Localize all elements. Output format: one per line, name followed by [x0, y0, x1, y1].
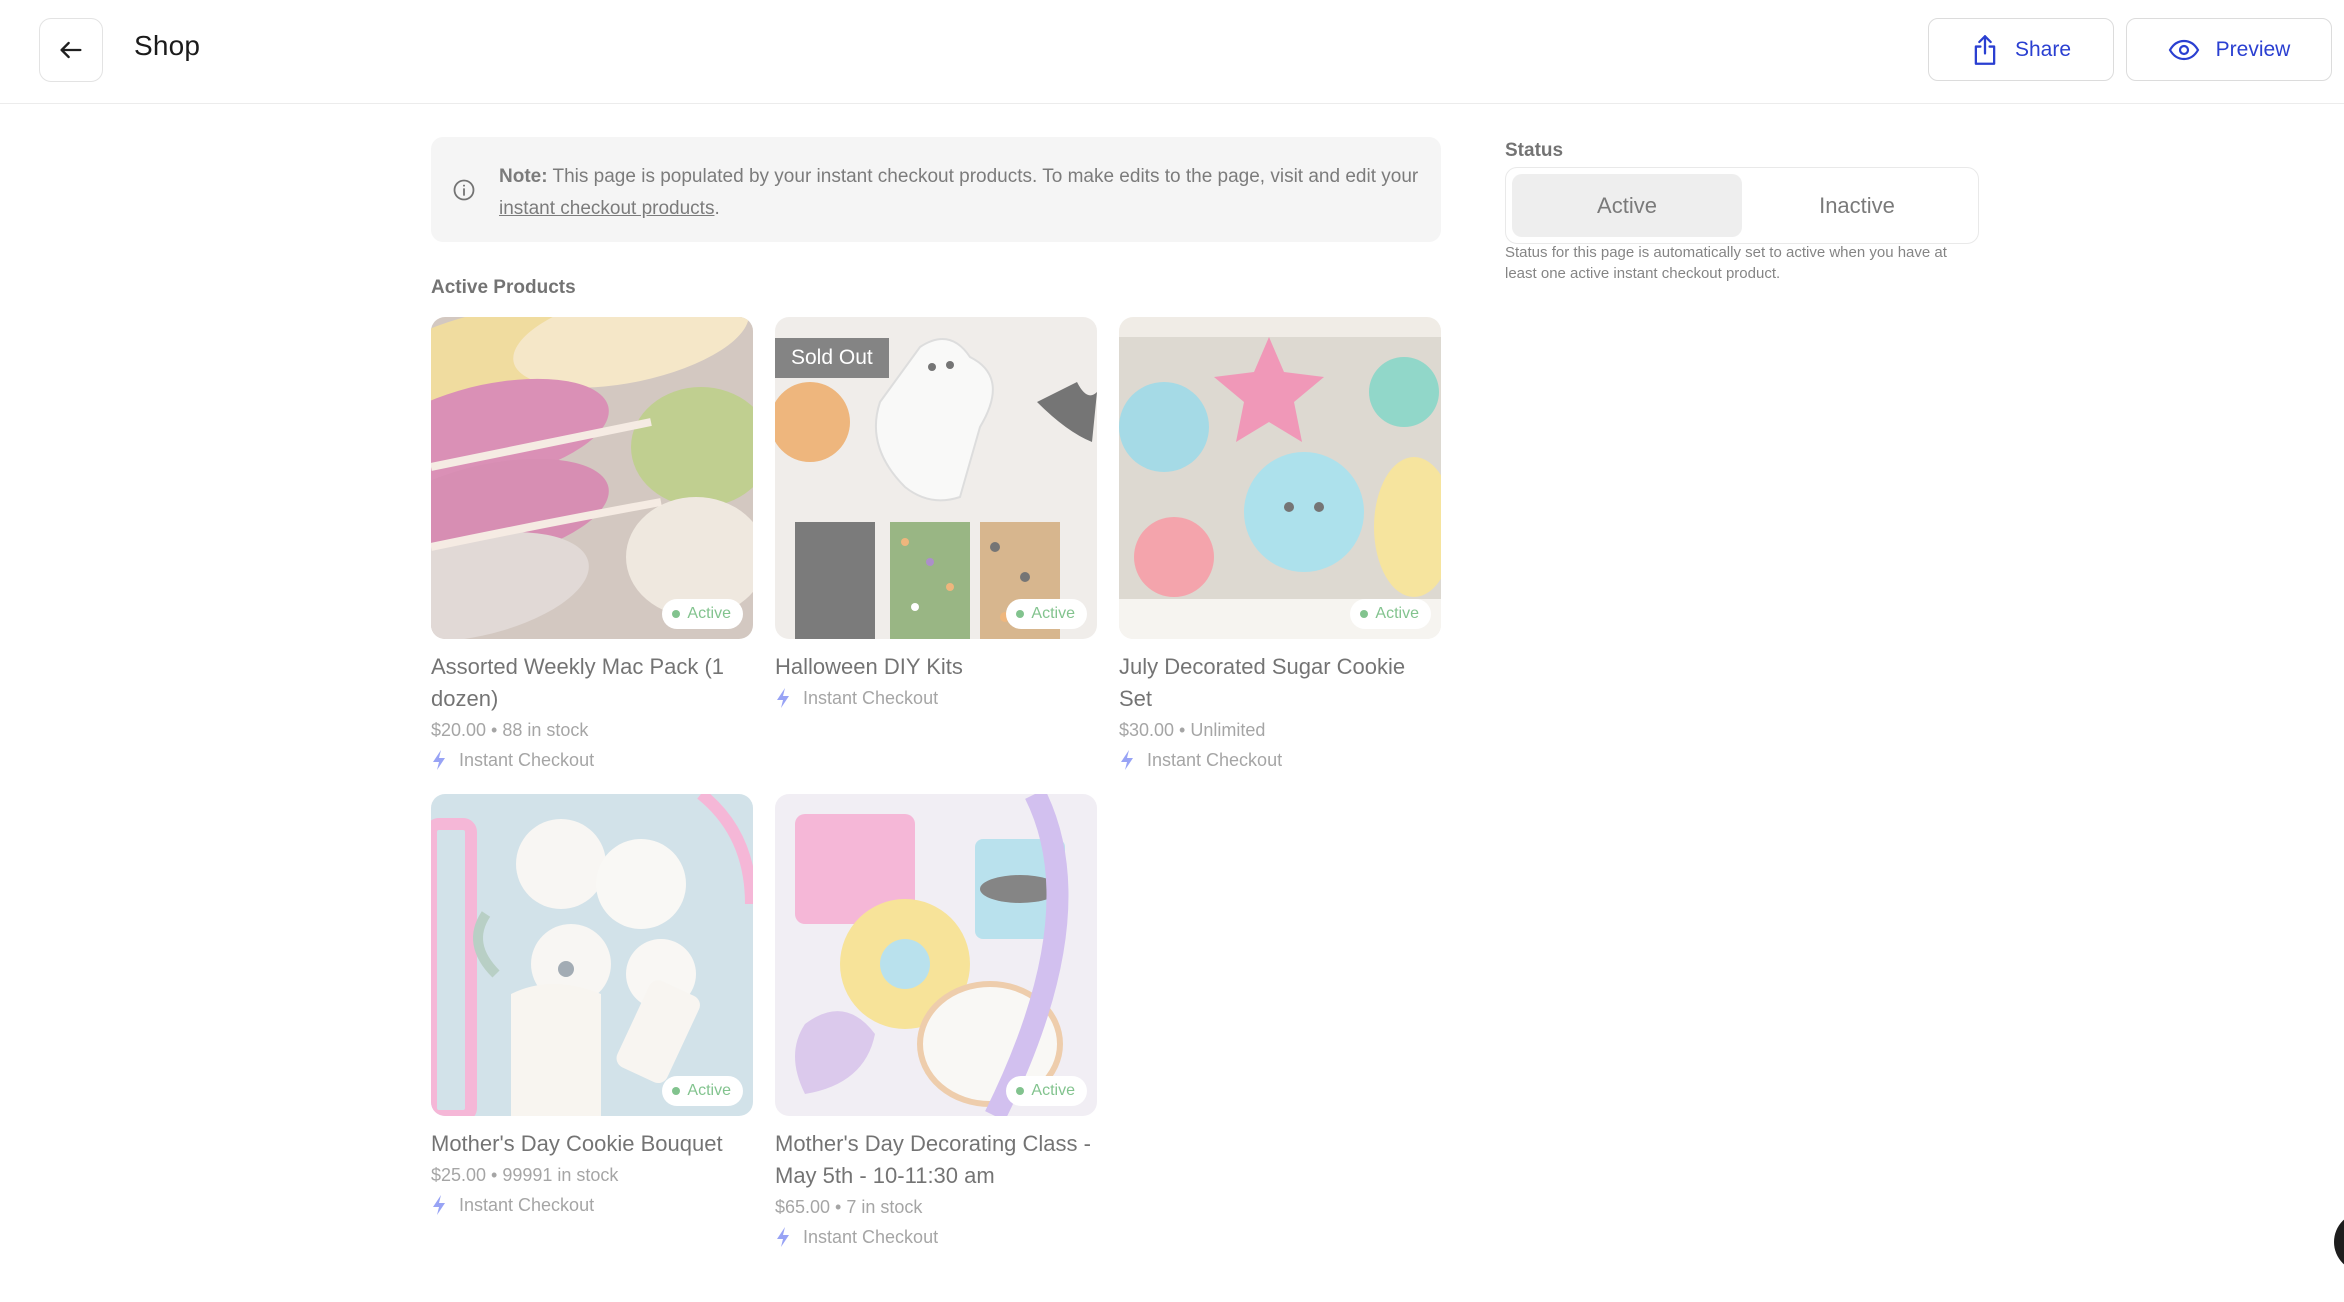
instant-checkout-tag: Instant Checkout	[775, 1222, 1097, 1252]
active-dot-icon	[672, 1087, 681, 1095]
lightning-icon	[433, 1195, 445, 1215]
lightning-icon	[777, 688, 789, 708]
product-card[interactable]: Active Mother's Day Cookie Bouquet $25.0…	[431, 794, 753, 1220]
product-card[interactable]: Active Mother's Day Decorating Class - M…	[775, 794, 1097, 1252]
main-content: Note: This page is populated by your ins…	[0, 104, 2344, 1302]
badge-label: Active	[1031, 1082, 1075, 1099]
instant-checkout-tag: Instant Checkout	[431, 745, 753, 775]
note-bold: Note:	[499, 166, 548, 187]
share-label: Share	[2014, 37, 2072, 61]
status-badge: Active	[1350, 599, 1431, 629]
note-text: Note: This page is populated by your ins…	[499, 161, 1419, 225]
info-note: Note: This page is populated by your ins…	[431, 137, 1441, 242]
product-image: Sold Out Active	[775, 317, 1097, 639]
page-title: Shop	[134, 30, 201, 61]
active-dot-icon	[1016, 1087, 1025, 1095]
note-end: .	[714, 198, 720, 219]
status-badge: Active	[662, 599, 743, 629]
product-name: July Decorated Sugar Cookie Set	[1119, 654, 1406, 711]
status-badge: Active	[662, 1076, 743, 1106]
product-name: Assorted Weekly Mac Pack (1 dozen)	[431, 654, 725, 711]
info-icon	[453, 179, 475, 201]
instant-checkout-tag: Instant Checkout	[775, 683, 1097, 713]
active-dot-icon	[672, 610, 681, 618]
product-name: Halloween DIY Kits	[775, 654, 963, 679]
product-image: Active	[431, 794, 753, 1116]
product-card[interactable]: Sold Out Active Halloween DIY Kits Insta…	[775, 317, 1097, 713]
lightning-icon	[1121, 750, 1133, 770]
instant-checkout-tag: Instant Checkout	[431, 1190, 753, 1220]
status-option-active[interactable]: Active	[1512, 174, 1742, 237]
product-meta: $65.00 • 7 in stock	[775, 1197, 923, 1217]
eye-icon	[2168, 39, 2199, 60]
product-meta: $20.00 • 88 in stock	[431, 720, 589, 740]
share-button[interactable]: Share	[1928, 18, 2114, 81]
badge-label: Active	[687, 1082, 731, 1099]
badge-label: Active	[1375, 605, 1419, 622]
product-card[interactable]: Active July Decorated Sugar Cookie Set $…	[1119, 317, 1441, 775]
active-dot-icon	[1016, 610, 1025, 618]
top-bar: Shop Share Preview	[0, 0, 2344, 104]
product-image: Active	[775, 794, 1097, 1116]
preview-button[interactable]: Preview	[2126, 18, 2332, 81]
status-label: Status	[1505, 140, 1564, 161]
note-body: This page is populated by your instant c…	[547, 166, 1419, 187]
active-dot-icon	[1360, 610, 1369, 618]
sold-out-badge: Sold Out	[775, 338, 889, 378]
instant-checkout-label: Instant Checkout	[803, 1227, 939, 1247]
product-meta: $30.00 • Unlimited	[1119, 720, 1266, 740]
back-button[interactable]	[39, 18, 103, 82]
badge-label: Active	[687, 605, 731, 622]
product-name: Mother's Day Decorating Class - May 5th …	[775, 1131, 1091, 1188]
instant-checkout-label: Instant Checkout	[1147, 750, 1283, 770]
preview-label: Preview	[2215, 37, 2291, 61]
product-meta: $25.00 • 99991 in stock	[431, 1165, 619, 1185]
lightning-icon	[433, 750, 445, 770]
lightning-icon	[777, 1227, 789, 1247]
section-title: Active Products	[431, 277, 576, 298]
product-card[interactable]: Active Assorted Weekly Mac Pack (1 dozen…	[431, 317, 753, 775]
product-name: Mother's Day Cookie Bouquet	[431, 1131, 723, 1156]
instant-checkout-label: Instant Checkout	[459, 750, 595, 770]
arrow-left-icon	[60, 41, 82, 59]
status-badge: Active	[1006, 599, 1087, 629]
share-icon	[1974, 34, 1996, 65]
status-badge: Active	[1006, 1076, 1087, 1106]
instant-checkout-tag: Instant Checkout	[1119, 745, 1441, 775]
instant-checkout-label: Instant Checkout	[459, 1195, 595, 1215]
instant-checkout-link[interactable]: instant checkout products	[499, 198, 714, 219]
status-option-inactive[interactable]: Inactive	[1742, 174, 1972, 237]
product-image: Active	[1119, 317, 1441, 639]
status-toggle: Active Inactive	[1505, 167, 1979, 244]
badge-label: Active	[1031, 605, 1075, 622]
instant-checkout-label: Instant Checkout	[803, 688, 939, 708]
product-image: Active	[431, 317, 753, 639]
status-help-text: Status for this page is automatically se…	[1505, 244, 1947, 282]
